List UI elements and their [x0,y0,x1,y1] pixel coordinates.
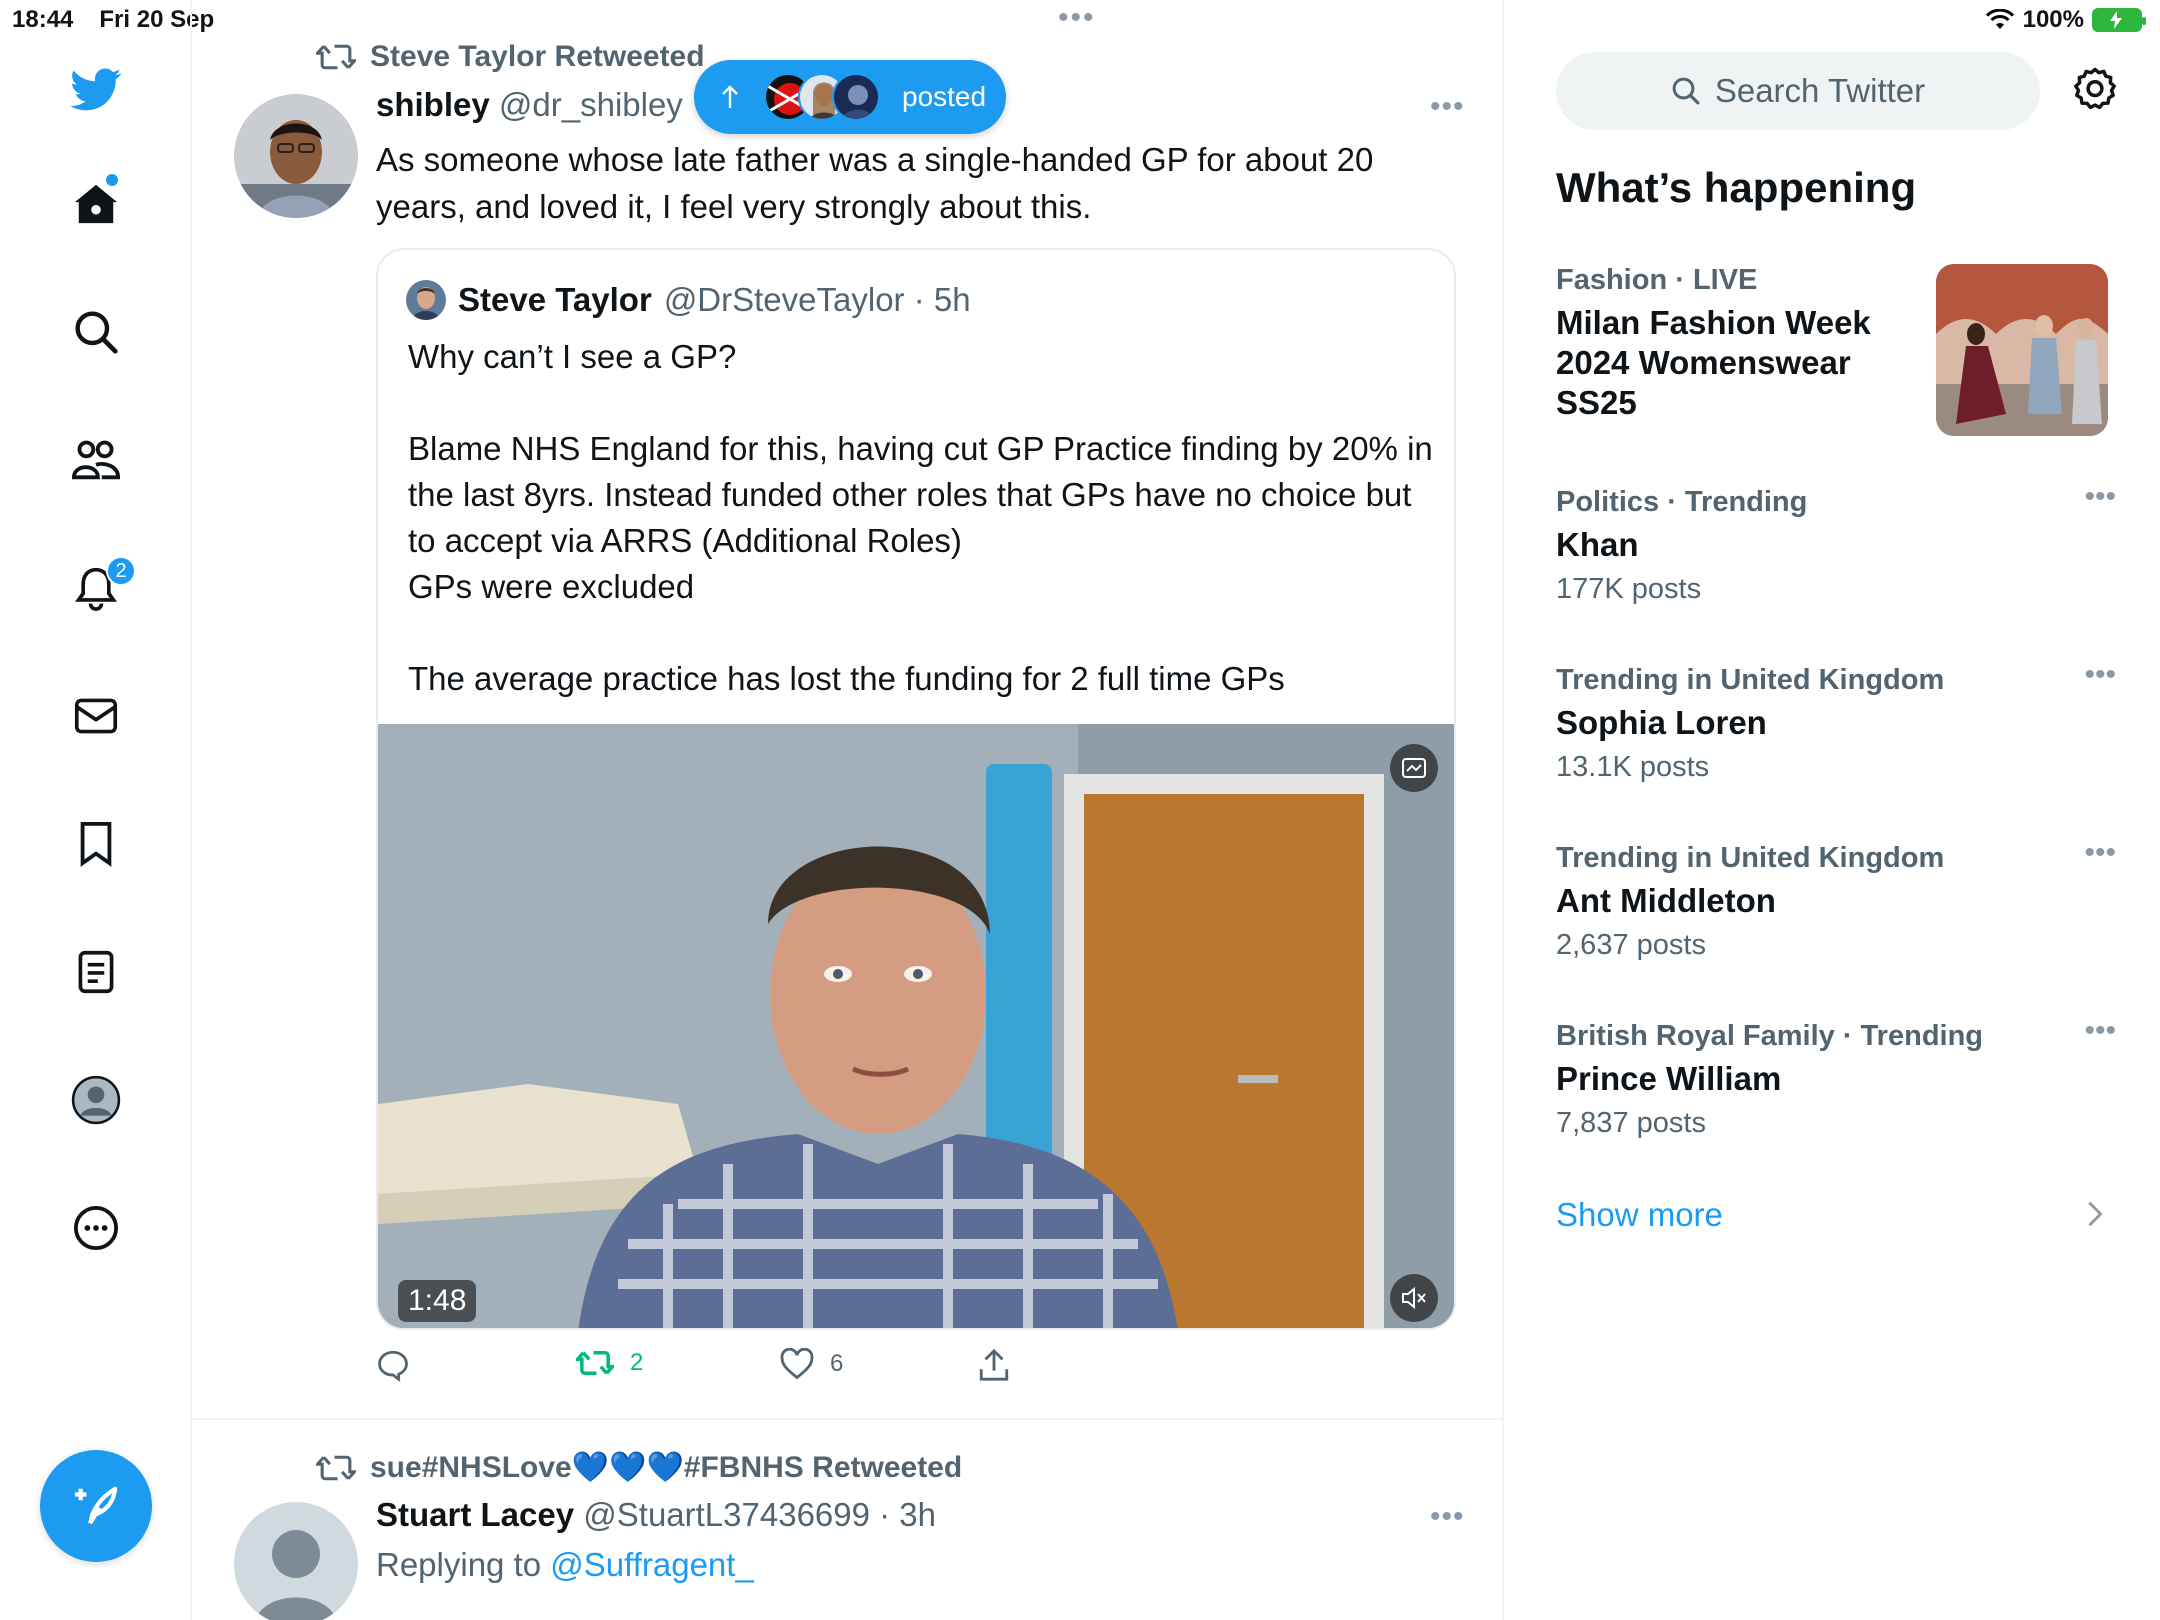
reply-button[interactable] [376,1348,410,1382]
quoted-tweet-text: Why can’t I see a GP? Blame NHS England … [408,338,1433,697]
video-duration: 1:48 [398,1280,477,1322]
timeline[interactable]: Steve Taylor Retweeted shibley @dr_shibl… [192,0,1504,1620]
trend-name: Sophia Loren [1556,704,1767,741]
sidebar-nav: 2 [0,0,192,1620]
new-posts-pill[interactable]: posted [694,60,1006,134]
trend-context: Trending in United Kingdom [1556,664,1945,696]
whats-happening-title: What’s happening [1556,164,1917,211]
arrow-up-icon [722,85,738,108]
notifications-badge: 2 [106,556,136,586]
like-button[interactable]: 6 [780,1348,843,1380]
share-button[interactable] [978,1348,1010,1382]
retweet-icon [316,1455,356,1480]
heart-icon [780,1348,814,1380]
compose-icon [74,1486,118,1525]
compose-button[interactable] [40,1450,152,1562]
trend-thumbnail[interactable] [1936,264,2108,436]
trend-item[interactable]: Fashion · LIVE Milan Fashion Week 2024 W… [1556,264,1936,423]
trend-item[interactable]: Trending in United Kingdom Ant Middleton… [1556,836,2116,962]
bookmark-icon[interactable] [70,818,122,870]
tweet-divider [192,1418,1504,1420]
trend-context: Fashion · LIVE [1556,264,1758,296]
author-name[interactable]: shibley [376,86,490,123]
trend-item[interactable]: British Royal Family · Trending Prince W… [1556,1014,2116,1140]
trend-count: 2,637 posts [1556,929,1706,961]
video-player[interactable]: 1:48 [378,724,1454,1328]
retweet-icon [316,44,356,70]
tweet-text: As someone whose late father was a singl… [376,141,1374,225]
right-column: Search Twitter What’s happening Fashion … [1506,0,2160,1620]
author-handle[interactable]: @dr_shibley · [499,86,703,123]
trend-more-button[interactable]: ••• [2084,658,2116,692]
trend-name: Ant Middleton [1556,882,1776,919]
search-placeholder: Search Twitter [1714,72,1926,109]
author-name-2[interactable]: Stuart Lacey [376,1496,574,1533]
retweet-context-2[interactable]: sue#NHSLove💙💙💙#FBNHS Retweeted [316,1450,962,1485]
search-icon[interactable] [70,306,122,358]
profile-icon[interactable] [70,1074,122,1126]
trend-count: 7,837 posts [1556,1107,1706,1139]
show-more-link[interactable]: Show more [1556,1196,1723,1234]
replying-to-line: Replying to @Suffragent_ [376,1546,754,1584]
home-icon[interactable] [70,178,122,230]
twitter-ipad-screen: 18:44 Fri 20 Sep ••• 100% 2 Steve Taylor… [0,0,2160,1620]
trend-more-button[interactable]: ••• [2084,480,2116,514]
retweet-icon [576,1351,614,1375]
like-count: 6 [830,1350,844,1377]
quoted-author-name: Steve Taylor [458,281,652,318]
tweet-header: shibley @dr_shibley · [376,86,703,124]
trend-context: Trending in United Kingdom [1556,842,1945,874]
trend-item[interactable]: Politics · Trending Khan 177K posts ••• [1556,480,2116,606]
mail-icon[interactable] [70,690,122,742]
lists-icon[interactable] [70,946,122,998]
retweet-context[interactable]: Steve Taylor Retweeted [316,40,705,74]
chevron-right-icon[interactable] [2086,1200,2104,1233]
tweet-more-button-2[interactable]: ••• [1430,1500,1465,1534]
trend-item[interactable]: Trending in United Kingdom Sophia Loren … [1556,658,2116,784]
tweet-author-avatar-2[interactable] [234,1502,358,1620]
quoted-tweet-header: Steve Taylor @DrSteveTaylor · 5h [406,280,971,320]
trend-more-button[interactable]: ••• [2084,1014,2116,1048]
video-sensitive-icon[interactable] [1390,744,1438,792]
trend-name: Milan Fashion Week 2024 Womenswear SS25 [1556,304,1871,421]
tweet-more-button[interactable]: ••• [1430,90,1465,124]
quoted-author-handle: @DrSteveTaylor · 5h [663,281,971,318]
search-box[interactable]: Search Twitter [1556,52,2040,130]
tweet-author-avatar[interactable] [234,94,358,218]
communities-icon[interactable] [70,434,122,486]
trend-name: Khan [1556,526,1639,563]
pill-avatar-3 [832,73,880,121]
trend-count: 177K posts [1556,573,1702,605]
quoted-tweet[interactable]: Steve Taylor @DrSteveTaylor · 5h Why can… [376,248,1456,1330]
retweet-count: 2 [630,1349,644,1376]
twitter-bird-icon[interactable] [70,64,122,116]
reply-icon [378,1350,408,1382]
new-posts-label: posted [902,81,987,112]
replying-to-label: Replying to [376,1546,551,1583]
replying-to-link[interactable]: @Suffragent_ [550,1546,754,1583]
quoted-author-avatar [406,280,446,320]
mute-icon[interactable] [1390,1274,1438,1322]
search-icon [1672,77,1700,105]
retweeted-by-label: Steve Taylor Retweeted [370,40,705,73]
tweet-actions: 2 6 [376,1348,1076,1390]
retweet-button[interactable]: 2 [576,1348,643,1378]
more-icon[interactable] [70,1202,122,1254]
trend-count: 13.1K posts [1556,751,1710,783]
video-thumbnail [378,724,1454,1328]
trend-name: Prince William [1556,1060,1782,1097]
share-icon [979,1348,1009,1381]
trend-more-button[interactable]: ••• [2084,836,2116,870]
home-unread-dot [106,174,118,186]
tweet-header-2: Stuart Lacey @StuartL37436699 · 3h [376,1496,936,1534]
settings-gear-icon[interactable] [2072,66,2118,117]
retweeted-by-label-2: sue#NHSLove💙💙💙#FBNHS Retweeted [370,1451,963,1484]
author-handle-2[interactable]: @StuartL37436699 · 3h [583,1496,936,1533]
trend-context: Politics · Trending [1556,486,1808,518]
trend-context: British Royal Family · Trending [1556,1020,1984,1052]
